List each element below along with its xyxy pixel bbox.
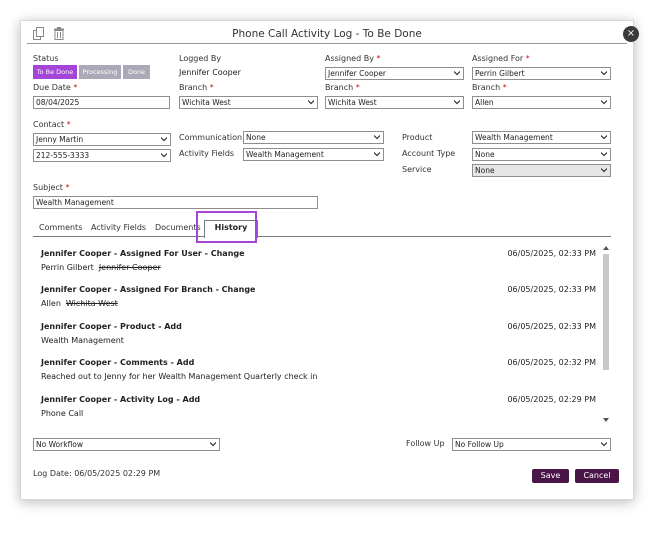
tab-comments[interactable]: Comments [39, 223, 82, 232]
due-date-label: Due Date * [33, 83, 78, 92]
scroll-up-icon[interactable] [603, 245, 609, 251]
history-entry-title: Jennifer Cooper - Assigned For Branch - … [41, 285, 256, 294]
history-entry-title: Jennifer Cooper - Activity Log - Add [41, 395, 201, 404]
tabs-divider [33, 236, 611, 237]
history-entry-detail: Wealth Management [41, 336, 124, 345]
title-divider [27, 43, 627, 44]
save-button[interactable]: Save [532, 469, 569, 483]
service-label: Service [402, 165, 432, 174]
communication-label: Communication [179, 133, 243, 142]
history-list: Jennifer Cooper - Assigned For User - Ch… [33, 243, 611, 425]
product-select[interactable]: Wealth Management [472, 131, 611, 144]
chevron-down-icon [601, 71, 607, 76]
status-to-be-done-button[interactable]: To Be Done [33, 65, 77, 79]
chevron-down-icon [161, 153, 167, 158]
logged-by-value: Jennifer Cooper [179, 68, 241, 77]
chevron-down-icon [454, 71, 460, 76]
branch-logged-select[interactable]: Wichita West [179, 96, 318, 109]
chevron-down-icon [601, 135, 607, 140]
history-entry-title: Jennifer Cooper - Product - Add [41, 322, 182, 331]
history-entry-detail: Allen Wichita West [41, 299, 118, 308]
branch-assigned-for-label: Branch * [472, 83, 507, 92]
chevron-down-icon [374, 135, 380, 140]
history-entry-detail: Phone Call [41, 409, 84, 418]
assigned-by-select[interactable]: Jennifer Cooper [325, 67, 464, 80]
assigned-by-label: Assigned By * [325, 54, 381, 63]
status-label: Status [33, 54, 59, 63]
chevron-down-icon [601, 442, 607, 447]
contact-label: Contact * [33, 120, 71, 129]
assigned-for-label: Assigned For * [472, 54, 530, 63]
chevron-down-icon [601, 100, 607, 105]
status-processing-button[interactable]: Processing [79, 65, 121, 79]
subject-label: Subject * [33, 183, 70, 192]
history-entry-time: 06/05/2025, 02:33 PM [507, 322, 596, 331]
subject-input[interactable]: Wealth Management [33, 196, 318, 209]
communication-select[interactable]: None [243, 131, 384, 144]
chevron-down-icon [601, 168, 607, 173]
activity-fields-select[interactable]: Wealth Management [243, 148, 384, 161]
history-entry-time: 06/05/2025, 02:33 PM [507, 285, 596, 294]
tab-documents[interactable]: Documents [155, 223, 201, 232]
history-entry-time: 06/05/2025, 02:29 PM [507, 395, 596, 404]
tab-activity-fields[interactable]: Activity Fields [91, 223, 146, 232]
account-type-label: Account Type [402, 149, 456, 158]
workflow-select[interactable]: No Workflow [33, 438, 220, 451]
history-tab-highlight [196, 211, 257, 243]
chevron-down-icon [210, 442, 216, 447]
activity-fields-label: Activity Fields [179, 149, 235, 158]
contact-name-select[interactable]: Jenny Martin [33, 133, 171, 146]
service-select[interactable]: None [472, 164, 611, 177]
branch-label: Branch * [179, 83, 214, 92]
cancel-button[interactable]: Cancel [575, 469, 619, 483]
branch-assigned-by-label: Branch * [325, 83, 360, 92]
product-label: Product [402, 133, 433, 142]
follow-up-select[interactable]: No Follow Up [452, 438, 611, 451]
scroll-down-icon[interactable] [603, 417, 609, 423]
chevron-down-icon [454, 100, 460, 105]
account-type-select[interactable]: None [472, 148, 611, 161]
logged-by-label: Logged By [179, 54, 222, 63]
chevron-down-icon [308, 100, 314, 105]
close-icon[interactable]: × [623, 26, 639, 42]
history-entry-title: Jennifer Cooper - Assigned For User - Ch… [41, 249, 245, 258]
contact-phone-select[interactable]: 212-555-3333 [33, 149, 171, 162]
scrollbar-thumb[interactable] [603, 254, 609, 370]
chevron-down-icon [374, 152, 380, 157]
status-done-button[interactable]: Done [123, 65, 150, 79]
activity-log-dialog: Phone Call Activity Log - To Be Done × S… [20, 20, 639, 500]
history-entry-time: 06/05/2025, 02:32 PM [507, 358, 596, 367]
assigned-for-select[interactable]: Perrin Gilbert [472, 67, 611, 80]
follow-up-label: Follow Up [406, 439, 445, 448]
chevron-down-icon [601, 152, 607, 157]
history-entry-title: Jennifer Cooper - Comments - Add [41, 358, 195, 367]
history-entry-detail: Perrin Gilbert Jennifer Cooper [41, 263, 161, 272]
chevron-down-icon [161, 137, 167, 142]
branch-assigned-for-select[interactable]: Allen [472, 96, 611, 109]
due-date-input[interactable]: 08/04/2025 [33, 96, 170, 109]
dialog-title: Phone Call Activity Log - To Be Done [232, 28, 422, 40]
history-entry-time: 06/05/2025, 02:33 PM [507, 249, 596, 258]
log-date: Log Date: 06/05/2025 02:29 PM [33, 469, 161, 478]
history-entry-detail: Reached out to Jenny for her Wealth Mana… [41, 372, 318, 381]
branch-assigned-by-select[interactable]: Wichita West [325, 96, 464, 109]
